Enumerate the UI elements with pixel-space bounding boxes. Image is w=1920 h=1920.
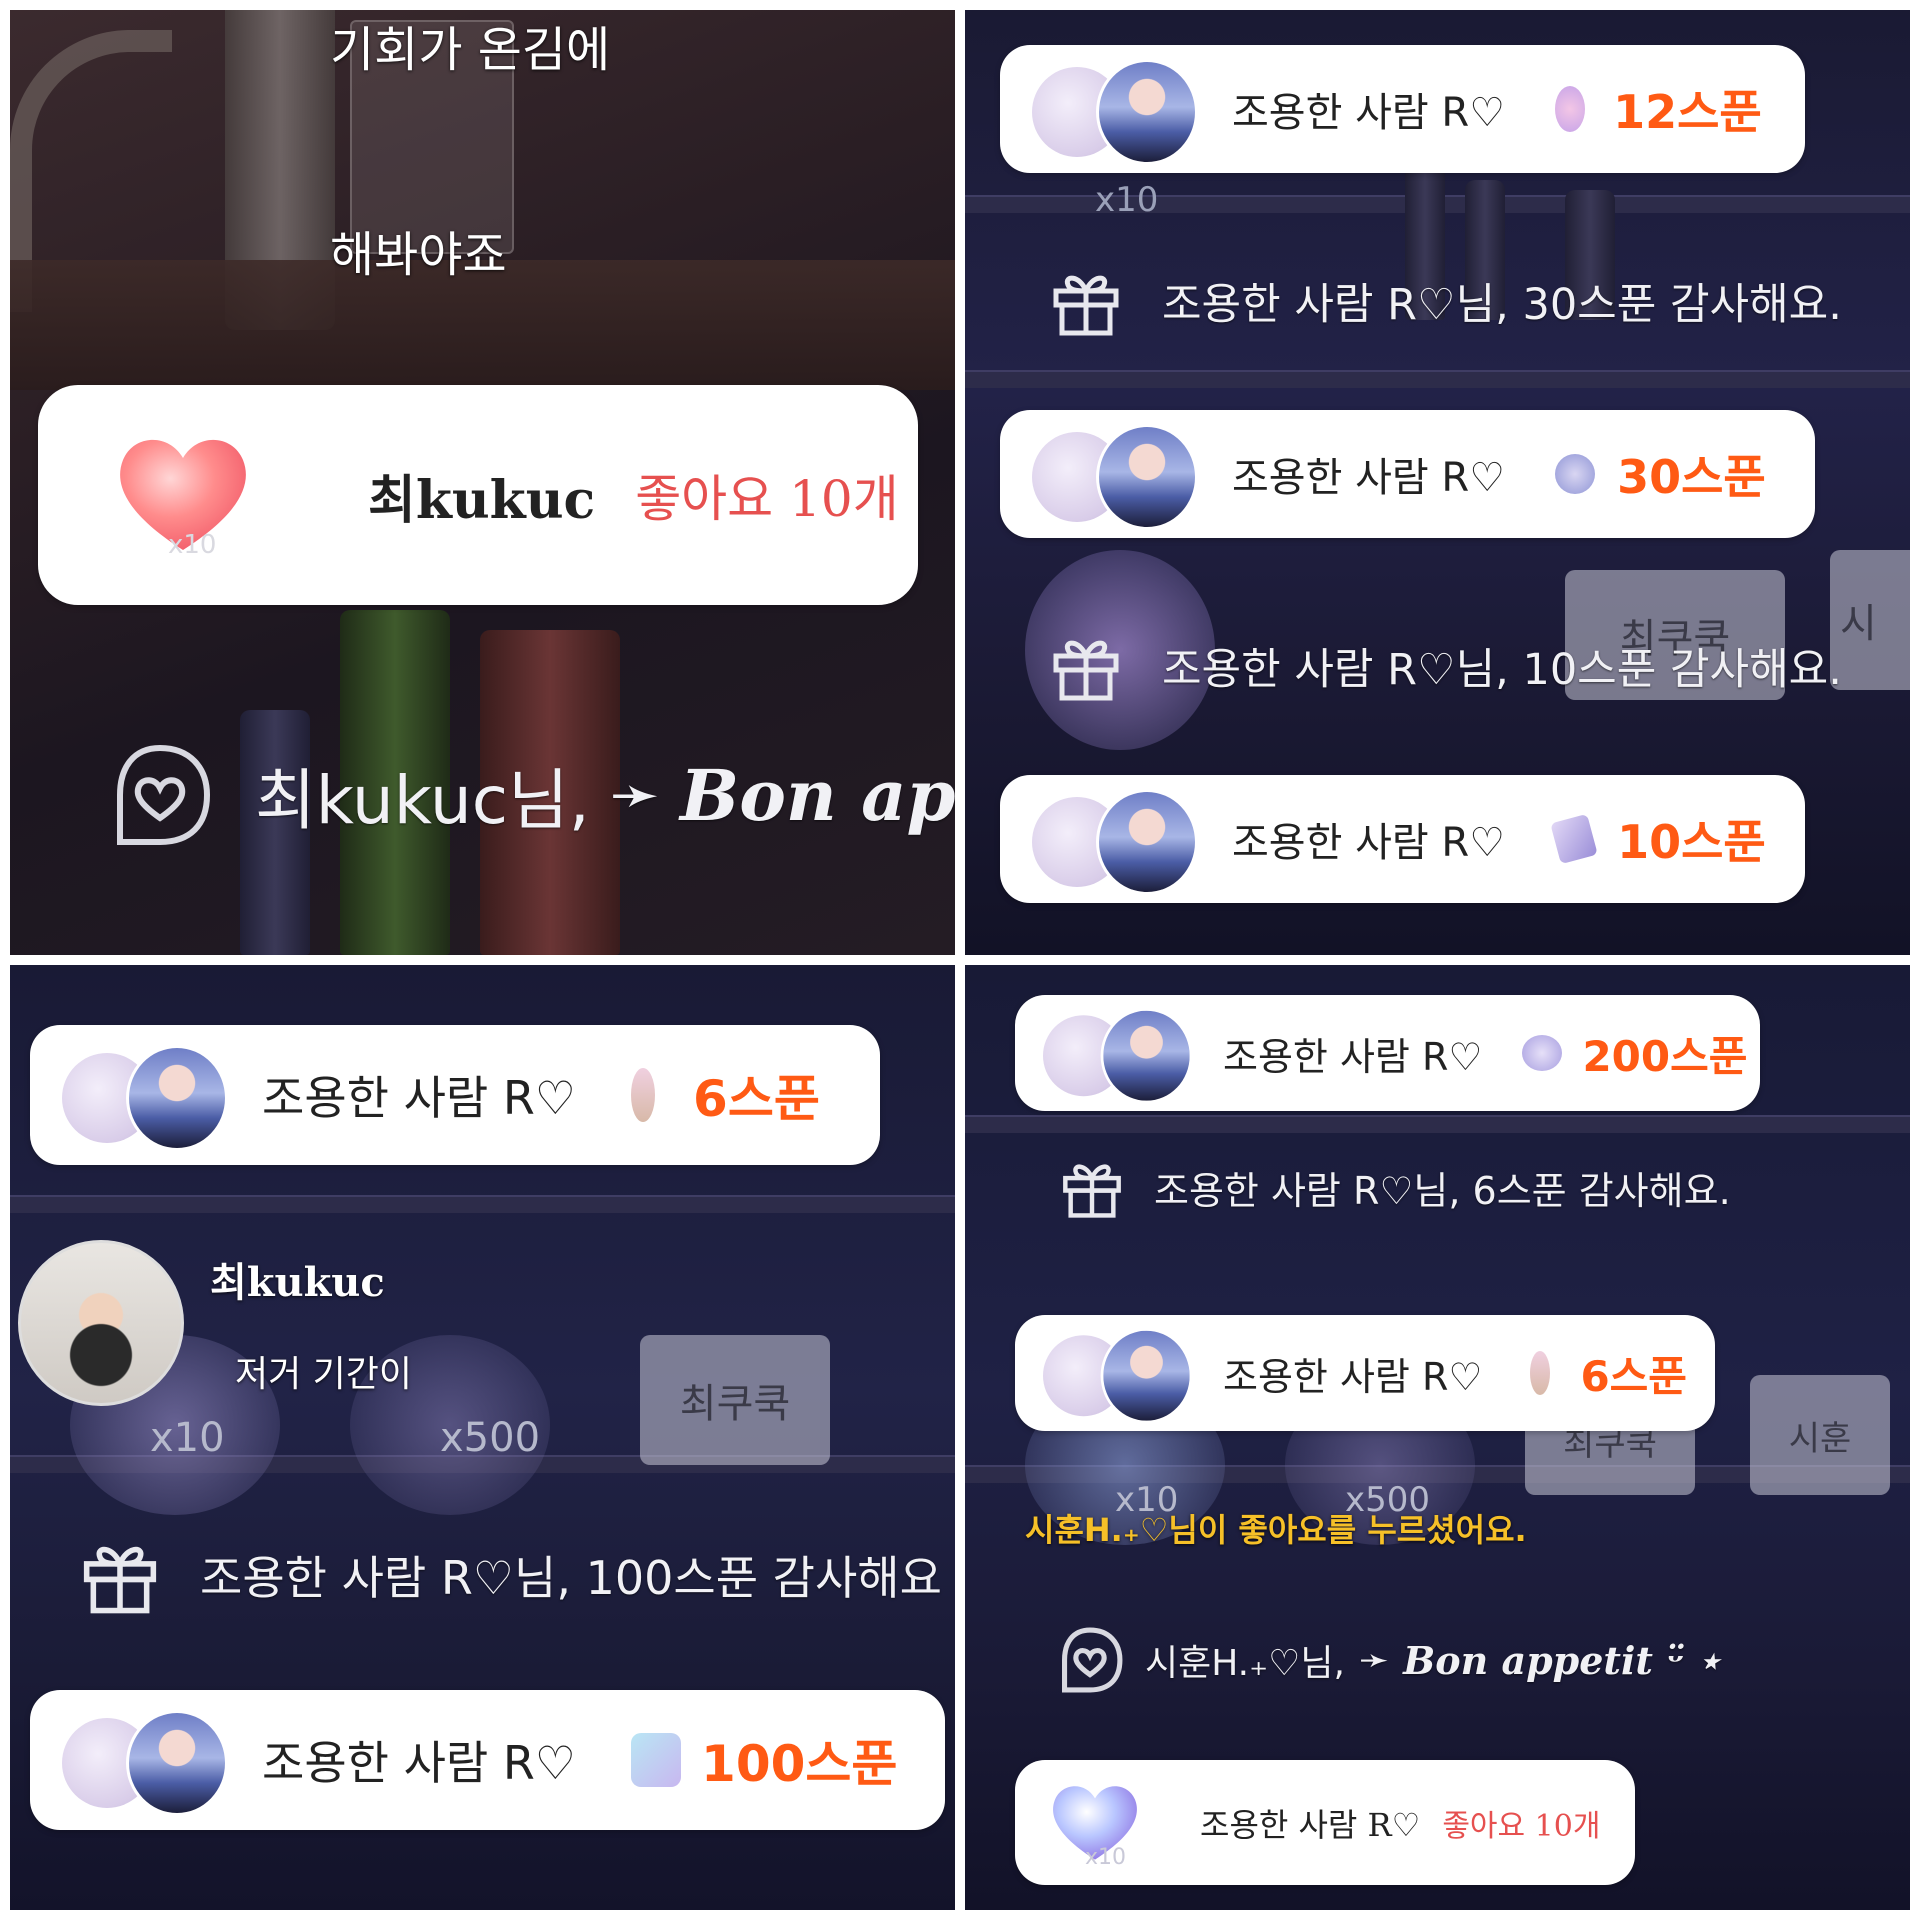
message-text: Bon ap <box>680 753 955 837</box>
thanks-row: 조용한 사람 R♡님, 10스푼 감사해요. <box>1050 630 1842 702</box>
donation-card: 조용한 사람 R♡ 200스푼 <box>1015 995 1760 1111</box>
avatar <box>1032 789 1198 895</box>
like-card: x10 최kukuc 좋아요 10개 <box>38 385 918 605</box>
spoon-amount: 12스푼 <box>1613 85 1762 139</box>
bg-x10-label: x10 <box>1095 180 1159 220</box>
spoon-amount: 6스푼 <box>1580 1351 1687 1401</box>
avatar <box>62 1045 228 1151</box>
thanks-row: 조용한 사람 R♡님, 30스푼 감사해요. <box>1050 265 1842 337</box>
spoon-gift-icon <box>631 1733 682 1787</box>
panel-top-left: 기회가 온김에 해봐야죠 x10 최kukuc 좋아요 10개 최kukuc님,… <box>10 10 955 955</box>
thanks-text: 조용한 사람 R♡님, 100스푼 감사해요 <box>200 1551 942 1605</box>
avatar <box>1043 1008 1193 1104</box>
message-sender: 최kukuc님, <box>255 762 590 839</box>
donor-name: 조용한 사람 R♡ <box>1223 1354 1483 1399</box>
x10-label: x10 <box>168 530 217 560</box>
liker-name: 최kukuc <box>368 469 596 531</box>
shelf-decoration <box>965 1115 1910 1133</box>
gift-icon <box>1053 640 1119 701</box>
thanks-row: 조용한 사람 R♡님, 100스푼 감사해요 <box>80 1535 942 1615</box>
avatar <box>62 1710 228 1816</box>
donation-card: 조용한 사람 R♡ 12스푼 <box>1000 45 1805 173</box>
avatar <box>1032 424 1198 530</box>
nameplate-frame: 시 <box>1830 550 1910 690</box>
thanks-text: 조용한 사람 R♡님, 30스푼 감사해요. <box>1162 280 1842 330</box>
nameplate-frame: 최쿠쿡 <box>640 1335 830 1465</box>
gift-icon <box>1063 1164 1121 1218</box>
spoon-amount: 100스푼 <box>701 1735 898 1793</box>
message-sender: 시훈H.₊♡님, <box>1145 1643 1345 1684</box>
like-amount: 좋아요 10개 <box>1442 1808 1601 1844</box>
shelf-decoration <box>965 370 1910 388</box>
like-card: x10 조용한 사람 R♡ 좋아요 10개 <box>1015 1760 1635 1885</box>
chat-line: 해봐야죠 <box>330 227 507 283</box>
chat-username: 최kukuc <box>210 1259 385 1306</box>
donor-name: 조용한 사람 R♡ <box>1232 820 1506 866</box>
spoon-gift-icon <box>1522 1035 1563 1071</box>
thanks-text: 조용한 사람 R♡님, 10스푼 감사해요. <box>1162 645 1842 695</box>
spoon-amount: 200스푼 <box>1582 1031 1748 1081</box>
gift-icon <box>1053 275 1119 336</box>
message-row: 시훈H.₊♡님, ➛ Bon appetit ᵕ̈ ⋆ <box>1055 1625 1721 1695</box>
liker-name: 조용한 사람 R♡ <box>1200 1805 1421 1844</box>
panel-bottom-left: x10 x500 최쿠쿡 조용한 사람 R♡ 6스푼 최kukuc 저거 기간이… <box>10 965 955 1910</box>
thanks-text: 조용한 사람 R♡님, 6스푼 감사해요. <box>1154 1168 1731 1213</box>
donation-card: 조용한 사람 R♡ 6스푼 <box>1015 1315 1715 1431</box>
donor-name: 조용한 사람 R♡ <box>1232 90 1506 136</box>
shelf-decoration <box>10 1195 955 1213</box>
heart-bubble-icon <box>1062 1627 1123 1693</box>
heart-gift-icon: x10 <box>1045 1773 1145 1873</box>
gift-icon <box>83 1546 157 1614</box>
bg-x500-label: x500 <box>440 1415 541 1461</box>
donation-card: 조용한 사람 R♡ 10스푼 <box>1000 775 1805 903</box>
donation-card: 조용한 사람 R♡ 100스푼 <box>30 1690 945 1830</box>
spoon-gift-icon <box>1550 813 1598 865</box>
like-amount: 좋아요 10개 <box>635 470 899 528</box>
heart-gift-icon: x10 <box>108 420 258 570</box>
chat-message: 저거 기간이 <box>235 1354 413 1395</box>
spoon-amount: 6스푼 <box>693 1070 820 1128</box>
heart-bubble-icon <box>117 744 211 845</box>
panel-top-right: x10 최쿠쿡 시 조용한 사람 R♡ 12스푼 조용한 사람 R♡님, 30스… <box>965 10 1910 955</box>
arrow-icon: ➛ <box>1358 1639 1390 1681</box>
spoon-amount: 10스푼 <box>1617 815 1766 869</box>
message-text: Bon appetit ᵕ̈ ⋆ <box>1403 1637 1721 1683</box>
bg-x10-label: x10 <box>150 1415 225 1461</box>
chat-line: 기회가 온김에 <box>330 22 611 78</box>
spoon-gift-icon <box>1555 454 1596 494</box>
donation-card: 조용한 사람 R♡ 6스푼 <box>30 1025 880 1165</box>
spoon-amount: 30스푼 <box>1617 450 1766 504</box>
panel-bottom-right: x10 x500 최쿠쿡 시훈 조용한 사람 R♡ 200스푼 조용한 사람 R… <box>965 965 1910 1910</box>
like-notice: 시훈H.₊♡님이 좋아요를 누르셨어요. <box>1025 1511 1527 1549</box>
thanks-row: 조용한 사람 R♡님, 6스푼 감사해요. <box>1060 1155 1731 1219</box>
x10-label: x10 <box>1085 1844 1127 1870</box>
spoon-gift-icon <box>1555 86 1586 132</box>
spoon-gift-icon <box>631 1068 656 1122</box>
avatar <box>1043 1328 1193 1424</box>
nameplate-frame: 시훈 <box>1750 1375 1890 1495</box>
arrow-icon: ➛ <box>609 760 661 830</box>
message-row: 최kukuc님, ➛ Bon ap <box>105 740 955 850</box>
donor-name: 조용한 사람 R♡ <box>262 1736 577 1790</box>
donor-name: 조용한 사람 R♡ <box>1232 455 1506 501</box>
donation-card: 조용한 사람 R♡ 30스푼 <box>1000 410 1815 538</box>
chat-avatar[interactable] <box>18 1240 184 1406</box>
donor-name: 조용한 사람 R♡ <box>1223 1034 1483 1079</box>
spoon-gift-icon <box>1530 1351 1551 1395</box>
donor-name: 조용한 사람 R♡ <box>262 1071 577 1125</box>
avatar <box>1032 59 1198 165</box>
